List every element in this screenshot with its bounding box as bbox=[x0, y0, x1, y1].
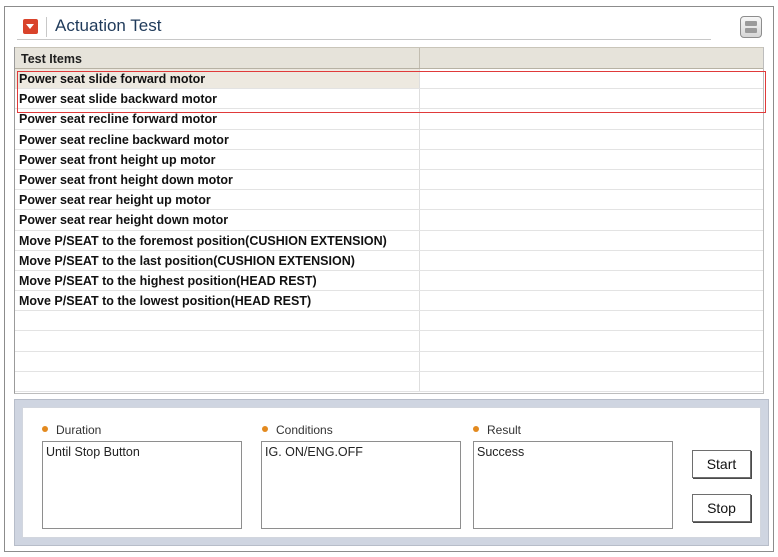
conditions-field[interactable]: IG. ON/ENG.OFF bbox=[261, 441, 461, 529]
test-item-cell bbox=[15, 371, 420, 391]
table-row[interactable]: Power seat rear height down motor bbox=[15, 210, 763, 231]
table-row[interactable]: Move P/SEAT to the lowest position(HEAD … bbox=[15, 291, 763, 312]
value-cell bbox=[420, 352, 763, 371]
result-label: Result bbox=[473, 423, 521, 437]
test-item-cell: Power seat front height down motor bbox=[15, 169, 420, 190]
table-row[interactable]: Move P/SEAT to the foremost position(CUS… bbox=[15, 230, 763, 251]
details-panel: Duration Until Stop Button Conditions IG… bbox=[14, 399, 769, 546]
table-row[interactable]: Power seat front height down motor bbox=[15, 169, 763, 191]
bullet-dot-icon bbox=[42, 426, 48, 432]
title-separator bbox=[46, 17, 47, 37]
table-row[interactable] bbox=[15, 311, 763, 332]
duration-label: Duration bbox=[42, 423, 101, 437]
test-item-cell: Power seat rear height up motor bbox=[15, 190, 420, 210]
table-row[interactable]: Power seat recline forward motor bbox=[15, 109, 763, 130]
stop-button[interactable]: Stop bbox=[692, 494, 751, 522]
title-bar: Actuation Test bbox=[5, 7, 773, 45]
value-cell bbox=[420, 271, 763, 290]
result-field[interactable]: Success bbox=[473, 441, 673, 529]
layout-icon[interactable] bbox=[740, 16, 762, 38]
column-header-blank[interactable] bbox=[420, 48, 763, 68]
grid-body: Power seat slide forward motor Power seat… bbox=[15, 69, 763, 392]
value-cell bbox=[420, 251, 763, 270]
table-row[interactable]: Power seat slide forward motor bbox=[15, 69, 763, 90]
value-cell bbox=[420, 170, 763, 189]
table-row[interactable]: Power seat slide backward motor bbox=[15, 89, 763, 110]
table-row[interactable]: Power seat rear height up motor bbox=[15, 190, 763, 211]
grid-header: Test Items bbox=[15, 47, 763, 69]
value-cell bbox=[420, 210, 763, 229]
test-item-cell: Move P/SEAT to the lowest position(HEAD … bbox=[15, 291, 420, 311]
test-item-cell bbox=[15, 331, 420, 351]
title-underline bbox=[17, 39, 711, 40]
table-row[interactable]: Power seat recline backward motor bbox=[15, 129, 763, 150]
value-cell bbox=[420, 89, 763, 108]
value-cell bbox=[420, 69, 763, 88]
start-button[interactable]: Start bbox=[692, 450, 751, 478]
conditions-label: Conditions bbox=[262, 423, 333, 437]
value-cell bbox=[420, 150, 763, 169]
test-item-cell bbox=[15, 351, 420, 371]
table-row[interactable]: Move P/SEAT to the last position(CUSHION… bbox=[15, 250, 763, 271]
value-cell bbox=[420, 231, 763, 250]
conditions-label-text: Conditions bbox=[276, 423, 333, 437]
value-cell bbox=[420, 331, 763, 350]
test-item-cell: Move P/SEAT to the foremost position(CUS… bbox=[15, 230, 420, 250]
table-row[interactable]: Move P/SEAT to the highest position(HEAD… bbox=[15, 270, 763, 292]
test-item-cell: Power seat slide backward motor bbox=[15, 89, 420, 109]
value-cell bbox=[420, 130, 763, 149]
test-item-cell: Power seat recline backward motor bbox=[15, 129, 420, 149]
window-title: Actuation Test bbox=[55, 16, 162, 35]
value-cell bbox=[420, 291, 763, 310]
column-header-test-items[interactable]: Test Items bbox=[15, 48, 420, 68]
table-row[interactable] bbox=[15, 331, 763, 352]
test-item-cell: Power seat slide forward motor bbox=[15, 69, 420, 89]
test-item-cell bbox=[15, 311, 420, 331]
test-item-cell: Move P/SEAT to the highest position(HEAD… bbox=[15, 270, 420, 291]
value-cell bbox=[420, 372, 763, 391]
table-row[interactable] bbox=[15, 371, 763, 392]
bullet-dot-icon bbox=[473, 426, 479, 432]
test-item-cell: Power seat recline forward motor bbox=[15, 109, 420, 129]
test-item-cell: Power seat front height up motor bbox=[15, 149, 420, 169]
actuation-test-window: Actuation Test Test Items Power seat sli… bbox=[4, 6, 774, 552]
duration-field[interactable]: Until Stop Button bbox=[42, 441, 242, 529]
collapse-icon[interactable] bbox=[23, 19, 38, 34]
details-inner: Duration Until Stop Button Conditions IG… bbox=[22, 407, 761, 538]
test-items-grid: Test Items Power seat slide forward moto… bbox=[14, 47, 764, 394]
table-row[interactable] bbox=[15, 351, 763, 372]
result-label-text: Result bbox=[487, 423, 522, 437]
bullet-dot-icon bbox=[262, 426, 268, 432]
value-cell bbox=[420, 109, 763, 128]
duration-label-text: Duration bbox=[56, 423, 102, 437]
test-item-cell: Power seat rear height down motor bbox=[15, 210, 420, 230]
test-item-cell: Move P/SEAT to the last position(CUSHION… bbox=[15, 250, 420, 270]
value-cell bbox=[420, 190, 763, 209]
value-cell bbox=[420, 311, 763, 330]
table-row[interactable]: Power seat front height up motor bbox=[15, 149, 763, 170]
